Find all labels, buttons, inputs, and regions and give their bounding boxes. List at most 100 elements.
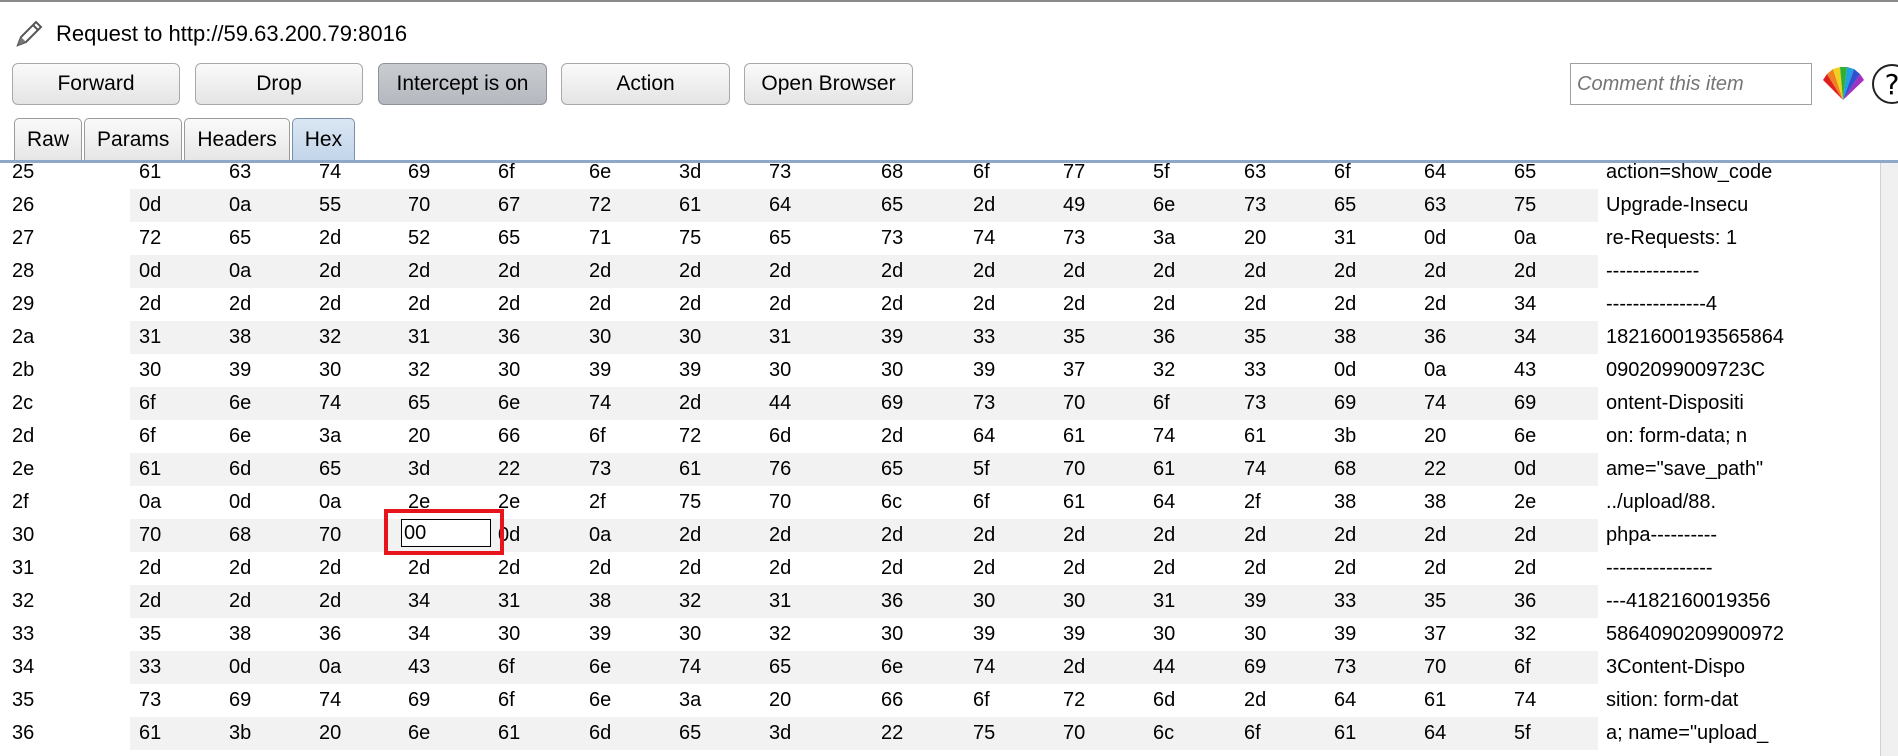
hex-byte-cell[interactable]: 36 [1153,321,1175,354]
hex-byte-cell[interactable]: 2d [319,552,341,585]
hex-byte-cell[interactable]: 30 [1063,585,1085,618]
hex-byte-cell[interactable]: 74 [319,684,341,717]
hex-byte-cell[interactable]: 34 [408,585,430,618]
hex-byte-cell[interactable]: 2d [679,288,701,321]
hex-byte-cell[interactable]: 61 [498,717,520,750]
hex-byte-cell[interactable]: 61 [679,453,701,486]
hex-byte-cell[interactable]: 69 [881,387,903,420]
hex-byte-cell[interactable]: 30 [881,354,903,387]
hex-byte-cell[interactable]: 6c [881,486,902,519]
hex-byte-cell[interactable]: 35 [139,618,161,651]
hex-byte-cell[interactable]: 0d [139,255,161,288]
hex-byte-cell[interactable]: 61 [1334,717,1356,750]
hex-byte-cell[interactable]: 65 [881,189,903,222]
hex-byte-cell[interactable]: 5f [973,453,990,486]
hex-byte-cell[interactable]: 2d [1514,255,1536,288]
hex-byte-cell[interactable]: 2d [1063,255,1085,288]
hex-byte-cell[interactable]: 2d [498,552,520,585]
hex-byte-cell[interactable]: 38 [1334,486,1356,519]
hex-byte-cell[interactable]: 70 [1063,717,1085,750]
hex-grid[interactable]: 25 61 63 74 69 6f 6e 3d 73 68 6f 77 5f 63 6f 64 65 action… [0,163,1898,756]
hex-byte-cell[interactable]: 73 [1063,222,1085,255]
hex-byte-cell[interactable]: 2d [1334,255,1356,288]
hex-byte-cell[interactable]: 65 [769,222,791,255]
hex-byte-cell[interactable]: 61 [1244,420,1266,453]
hex-byte-cell[interactable]: 63 [229,163,251,189]
hex-byte-cell[interactable]: 2d [1153,255,1175,288]
hex-byte-cell[interactable]: 0a [229,255,251,288]
hex-byte-cell[interactable]: 43 [1514,354,1536,387]
hex-byte-cell[interactable]: 70 [1063,387,1085,420]
hex-byte-cell[interactable]: 2d [1424,288,1446,321]
hex-byte-cell[interactable]: 35 [1424,585,1446,618]
hex-byte-cell[interactable]: 31 [498,585,520,618]
hex-byte-cell[interactable]: 73 [973,387,995,420]
hex-byte-cell[interactable]: 39 [1063,618,1085,651]
hex-byte-cell[interactable]: 20 [1244,222,1266,255]
hex-byte-cell[interactable]: 2d [881,519,903,552]
hex-byte-cell[interactable]: 30 [1153,618,1175,651]
hex-byte-cell[interactable]: 36 [881,585,903,618]
hex-byte-cell[interactable]: 6e [408,717,430,750]
hex-byte-cell[interactable]: 34 [1514,288,1536,321]
forward-button[interactable]: Forward [12,63,180,105]
hex-byte-cell[interactable]: 6e [1514,420,1536,453]
hex-byte-cell[interactable]: 73 [881,222,903,255]
hex-byte-cell[interactable]: 0a [589,519,611,552]
hex-byte-cell[interactable]: 30 [589,321,611,354]
hex-byte-cell[interactable]: 3a [319,420,341,453]
hex-byte-cell[interactable]: 2d [1244,552,1266,585]
hex-byte-cell[interactable]: 38 [1424,486,1446,519]
hex-byte-cell[interactable]: 2d [1063,288,1085,321]
hex-byte-cell[interactable]: 30 [1244,618,1266,651]
hex-byte-cell[interactable]: 2d [769,288,791,321]
hex-byte-cell[interactable]: 71 [589,222,611,255]
hex-byte-cell[interactable]: 31 [139,321,161,354]
hex-byte-cell[interactable]: 37 [1063,354,1085,387]
hex-byte-cell[interactable]: 0d [139,189,161,222]
hex-byte-cell[interactable]: 5f [1514,717,1531,750]
hex-byte-cell[interactable]: 39 [679,354,701,387]
hex-byte-cell[interactable]: 6d [1153,684,1175,717]
hex-byte-cell[interactable]: 6e [229,420,251,453]
hex-byte-cell[interactable]: 30 [769,354,791,387]
hex-byte-cell[interactable]: 6e [589,684,611,717]
hex-byte-cell[interactable]: 2d [769,255,791,288]
hex-byte-cell[interactable]: 64 [1153,486,1175,519]
hex-byte-cell[interactable]: 74 [589,387,611,420]
hex-byte-cell[interactable]: 6f [1514,651,1531,684]
hex-byte-cell[interactable]: 33 [139,651,161,684]
hex-byte-cell[interactable]: 69 [1334,387,1356,420]
hex-byte-cell[interactable]: 20 [408,420,430,453]
hex-byte-cell[interactable]: 22 [498,453,520,486]
hex-byte-cell[interactable]: 6d [589,717,611,750]
hex-byte-cell[interactable]: 30 [679,321,701,354]
hex-byte-cell[interactable]: 70 [139,519,161,552]
hex-byte-cell[interactable]: 36 [319,618,341,651]
hex-byte-cell[interactable]: 55 [319,189,341,222]
hex-byte-cell[interactable]: 65 [1334,189,1356,222]
hex-byte-cell[interactable]: 65 [229,222,251,255]
hex-byte-cell[interactable]: 38 [229,321,251,354]
hex-byte-cell[interactable]: 74 [1424,387,1446,420]
hex-byte-cell[interactable]: 2d [1424,519,1446,552]
tab-headers[interactable]: Headers [184,118,290,160]
hex-byte-cell[interactable]: 2d [769,519,791,552]
hex-byte-cell[interactable]: 74 [1153,420,1175,453]
hex-byte-cell[interactable]: 65 [881,453,903,486]
hex-byte-cell[interactable]: 38 [229,618,251,651]
hex-byte-cell[interactable]: 73 [769,163,791,189]
hex-byte-cell[interactable]: 73 [1244,387,1266,420]
hex-byte-cell[interactable]: 32 [769,618,791,651]
hex-byte-cell[interactable]: 64 [973,420,995,453]
hex-byte-cell[interactable]: 6f [589,420,606,453]
hex-byte-cell[interactable]: 75 [679,486,701,519]
hex-byte-cell[interactable]: 6f [139,387,156,420]
hex-byte-cell[interactable]: 30 [139,354,161,387]
hex-byte-cell[interactable]: 74 [973,222,995,255]
drop-button[interactable]: Drop [195,63,363,105]
hex-byte-cell[interactable]: 32 [408,354,430,387]
hex-byte-cell[interactable]: 35 [1244,321,1266,354]
hex-byte-cell[interactable]: 65 [769,651,791,684]
hex-byte-cell[interactable]: 31 [769,585,791,618]
